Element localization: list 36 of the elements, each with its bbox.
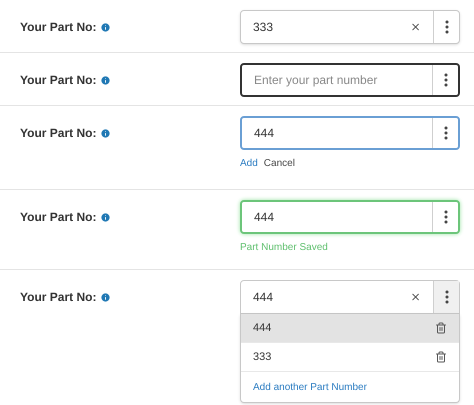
more-button[interactable] bbox=[433, 281, 459, 313]
part-number-field[interactable]: 444 bbox=[240, 280, 460, 314]
field-label: Your Part No: bbox=[20, 19, 96, 36]
info-icon[interactable] bbox=[100, 128, 112, 138]
clear-icon[interactable] bbox=[410, 21, 421, 33]
field-label: Your Part No: bbox=[20, 209, 96, 226]
field-label: Your Part No: bbox=[20, 125, 96, 142]
field-label: Your Part No: bbox=[20, 72, 96, 89]
info-icon[interactable] bbox=[100, 212, 112, 222]
dropdown-option[interactable]: 333 bbox=[241, 343, 459, 372]
saved-message: Part Number Saved bbox=[240, 241, 329, 255]
more-icon bbox=[444, 20, 448, 34]
delete-icon[interactable] bbox=[435, 322, 447, 334]
more-icon bbox=[444, 290, 448, 304]
part-number-input[interactable]: 444 bbox=[254, 124, 420, 142]
dropdown-option[interactable]: 444 bbox=[241, 314, 459, 343]
part-number-input[interactable]: 444 bbox=[253, 288, 410, 306]
part-number-input[interactable]: Enter your part number bbox=[254, 71, 420, 89]
clear-icon[interactable] bbox=[410, 291, 421, 303]
info-icon[interactable] bbox=[100, 74, 112, 86]
more-icon bbox=[444, 126, 448, 140]
field-label: Your Part No: bbox=[20, 289, 96, 306]
part-number-input[interactable]: 444 bbox=[254, 208, 420, 226]
part-number-field[interactable]: 444 bbox=[240, 200, 460, 234]
info-icon[interactable] bbox=[100, 22, 112, 32]
more-icon bbox=[444, 73, 448, 87]
part-number-field[interactable]: 444 bbox=[240, 116, 460, 150]
cancel-link[interactable]: Cancel bbox=[264, 156, 295, 171]
part-number-field[interactable]: Enter your part number bbox=[240, 63, 460, 97]
more-icon bbox=[444, 210, 448, 224]
part-number-input[interactable]: 333 bbox=[253, 18, 410, 36]
delete-icon[interactable] bbox=[435, 351, 447, 363]
info-icon[interactable] bbox=[100, 292, 112, 302]
part-number-field[interactable]: 333 bbox=[240, 10, 460, 44]
add-part-number-link[interactable]: Add another Part Number bbox=[253, 380, 367, 394]
add-link[interactable]: Add bbox=[240, 156, 258, 171]
